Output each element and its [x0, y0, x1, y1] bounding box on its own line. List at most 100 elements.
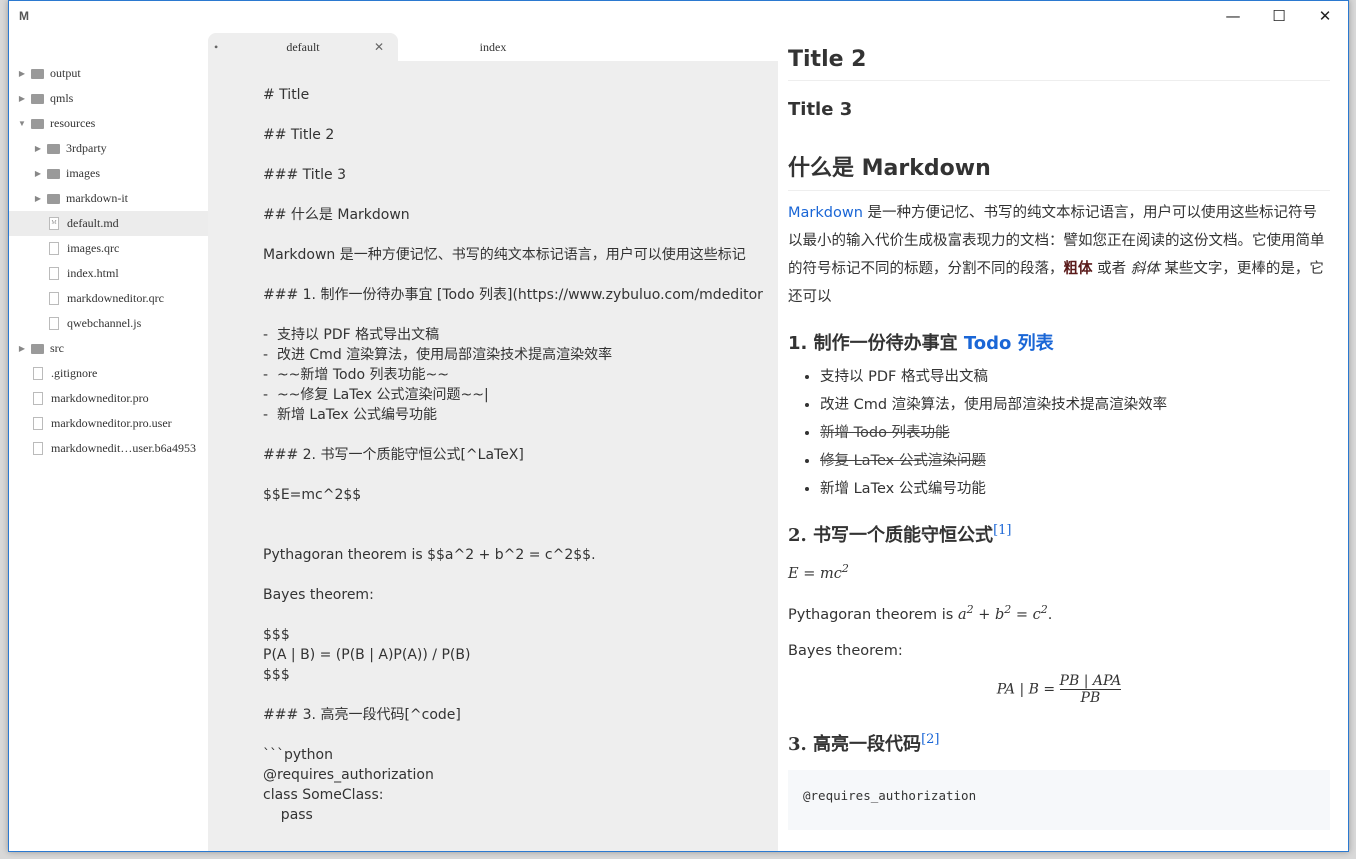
markdown-link[interactable]: Markdown — [788, 205, 863, 221]
text: Pythagoran theorem is — [788, 606, 958, 623]
folder-icon — [47, 168, 60, 179]
chevron-right-icon[interactable]: ▶ — [33, 169, 43, 178]
math-text: = c — [1011, 606, 1041, 623]
intro-text: 或者 — [1092, 261, 1131, 277]
file-icon — [33, 442, 43, 455]
math-text: E = mc — [788, 565, 842, 582]
tree-item[interactable]: index.html — [9, 261, 208, 286]
section-1-heading: 1. 制作一份待办事宜 Todo 列表 — [788, 329, 1330, 355]
tree-item-label: markdown-it — [66, 191, 128, 205]
tab-label: index — [479, 39, 507, 54]
tree-item[interactable]: images.qrc — [9, 236, 208, 261]
tab-bar: • default ✕ index — [208, 33, 778, 61]
editor-text[interactable]: # Title ## Title 2 ### Title 3 ## 什么是 Ma… — [263, 85, 763, 825]
tree-item-label: 3rdparty — [66, 141, 107, 155]
chevron-right-icon[interactable]: ▶ — [17, 69, 27, 78]
tree-item[interactable]: .gitignore — [9, 361, 208, 386]
list-item: 支持以 PDF 格式导出文稿 — [820, 363, 1330, 391]
tree-item-label: qwebchannel.js — [67, 316, 142, 330]
strikethrough-text: 新增 Todo 列表功能 — [820, 425, 950, 441]
text: . — [1047, 606, 1053, 623]
tab-label: default — [286, 39, 320, 54]
tree-item[interactable]: ▶ markdown-it — [9, 186, 208, 211]
app-icon: M — [19, 9, 29, 23]
tree-item-label: images — [66, 166, 100, 180]
tree-item-label: default.md — [67, 216, 119, 230]
tree-item[interactable]: ▶ src — [9, 336, 208, 361]
tree-item-label: .gitignore — [51, 366, 98, 380]
footnote-link[interactable]: [2] — [921, 732, 939, 747]
tree-item-label: images.qrc — [67, 241, 120, 255]
tree-item[interactable]: markdowneditor.pro.user — [9, 411, 208, 436]
math-denominator: PB — [1080, 689, 1101, 706]
tree-item[interactable]: ▶ output — [9, 61, 208, 86]
todo-list: 支持以 PDF 格式导出文稿 改进 Cmd 渲染算法，使用局部渲染技术提高渲染效… — [820, 363, 1330, 503]
chevron-down-icon[interactable]: ▼ — [17, 119, 27, 128]
math-text: + b — [973, 606, 1005, 623]
file-icon — [49, 317, 59, 330]
math-text: a — [957, 606, 967, 623]
tree-item[interactable]: markdownedit…user.b6a4953 — [9, 436, 208, 461]
modified-dot-icon: • — [214, 39, 219, 54]
tree-item[interactable]: qwebchannel.js — [9, 311, 208, 336]
tree-item-label: src — [50, 341, 64, 355]
tree-item[interactable]: ▶ images — [9, 161, 208, 186]
formula-emc2: E = mc2 — [788, 555, 1330, 588]
heading-text: 2. 书写一个质能守恒公式 — [788, 525, 994, 546]
folder-icon — [31, 68, 44, 79]
bayes-formula: PA | B = PB | APA PB — [788, 673, 1330, 706]
chevron-right-icon[interactable]: ▶ — [17, 344, 27, 353]
tree-item-label: output — [50, 66, 81, 80]
math-numerator: PB | APA — [1059, 672, 1122, 690]
file-icon — [33, 417, 43, 430]
tab-index[interactable]: index — [398, 33, 588, 61]
tree-item-label: markdowneditor.qrc — [67, 291, 164, 305]
list-item: 改进 Cmd 渲染算法，使用局部渲染技术提高渲染效率 — [820, 391, 1330, 419]
italic-text: 斜体 — [1130, 261, 1160, 277]
folder-icon — [47, 193, 60, 204]
minimize-button[interactable]: — — [1210, 1, 1256, 31]
bold-text: 粗体 — [1063, 261, 1093, 277]
preview-pane: Title 2 Title 3 什么是 Markdown Markdown 是一… — [778, 33, 1340, 851]
section-2-heading: 2. 书写一个质能守恒公式[1] — [788, 521, 1330, 547]
file-icon — [33, 367, 43, 380]
close-tab-icon[interactable]: ✕ — [374, 40, 384, 54]
footnote-link[interactable]: [1] — [993, 523, 1011, 538]
pythagoras-paragraph: Pythagoran theorem is a2 + b2 = c2. — [788, 596, 1330, 629]
tree-item[interactable]: ▶ 3rdparty — [9, 136, 208, 161]
tree-item[interactable]: Mdefault.md — [9, 211, 208, 236]
chevron-right-icon[interactable]: ▶ — [17, 94, 27, 103]
math-sup: 2 — [1040, 602, 1048, 616]
title-bar: M — ☐ ✕ — [9, 1, 1348, 33]
preview-h2: Title 2 — [788, 33, 1330, 81]
tree-item[interactable]: markdowneditor.qrc — [9, 286, 208, 311]
tree-item-label: qmls — [50, 91, 74, 105]
todo-link[interactable]: Todo 列表 — [964, 333, 1054, 354]
chevron-right-icon[interactable]: ▶ — [33, 194, 43, 203]
preview-h2-markdown: 什么是 Markdown — [788, 136, 1330, 191]
file-icon — [49, 242, 59, 255]
file-icon — [49, 292, 59, 305]
list-item: 修复 LaTex 公式渲染问题 — [820, 447, 1330, 475]
app-window: M — ☐ ✕ ▶ output ▶ qmls ▼ resources ▶ 3rdparty ▶… — [8, 0, 1349, 852]
markdown-editor[interactable]: # Title ## Title 2 ### Title 3 ## 什么是 Ma… — [208, 61, 778, 851]
file-icon — [33, 392, 43, 405]
tree-item[interactable]: ▼ resources — [9, 111, 208, 136]
tree-item-label: index.html — [67, 266, 119, 280]
tree-item-label: markdowneditor.pro — [51, 391, 149, 405]
tree-item[interactable]: markdowneditor.pro — [9, 386, 208, 411]
math-sup: 2 — [841, 562, 849, 575]
close-button[interactable]: ✕ — [1302, 1, 1348, 31]
maximize-button[interactable]: ☐ — [1256, 1, 1302, 31]
bayes-label: Bayes theorem: — [788, 642, 903, 659]
tree-item[interactable]: ▶ qmls — [9, 86, 208, 111]
preview-scrollbar[interactable] — [1339, 33, 1348, 851]
code-line: @requires_authorization — [803, 787, 977, 803]
list-item: 新增 Todo 列表功能 — [820, 419, 1330, 447]
tab-default[interactable]: • default ✕ — [208, 33, 398, 61]
chevron-right-icon[interactable]: ▶ — [33, 144, 43, 153]
folder-icon — [31, 343, 44, 354]
math-text: PA | B = — [996, 681, 1060, 698]
math-sup: 2 — [966, 602, 974, 616]
tree-item-label: markdownedit…user.b6a4953 — [51, 441, 196, 455]
